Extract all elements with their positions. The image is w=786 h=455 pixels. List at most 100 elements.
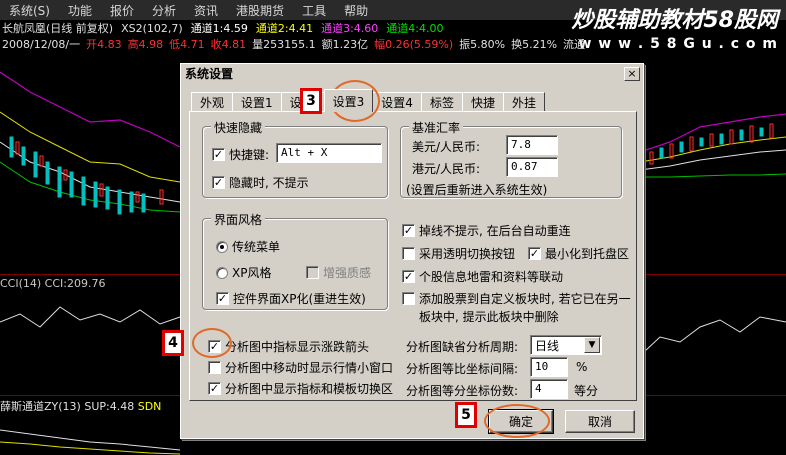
classic-menu-label: 传统菜单 — [232, 240, 281, 254]
settings-tabs: 外观 设置1 设 设置3 设置4 标签 快捷 外挂 — [191, 89, 545, 112]
quote-date: 2008/12/08/一 — [2, 38, 81, 51]
info-mine-checkbox[interactable]: ✓ — [402, 270, 415, 283]
ratio-label: 分析图等比坐标间隔: — [406, 362, 519, 376]
divide-row: 分析图等分坐标份数: — [406, 382, 518, 399]
divide-unit: 等分 — [574, 384, 599, 398]
add-block-label-2: 板块中, 提示此板块中删除 — [419, 310, 559, 324]
rate-note: (设置后重新进入系统生效) — [406, 183, 548, 197]
minimize-tray-row: ✓ 最小化到托盘区 — [528, 245, 629, 262]
enhanced-texture-row: 增强质感 — [306, 264, 371, 281]
quote-open: 开4.83 — [86, 38, 122, 51]
period-select[interactable]: 日线 ▼ — [530, 335, 602, 355]
usd-row: 美元/人民币: — [412, 138, 480, 155]
quote-amplitude: 振5.80% — [459, 38, 506, 51]
quote-info-line: 2008/12/08/一 开4.83 高4.98 低4.71 收4.81 量25… — [0, 36, 786, 52]
tab-plugins[interactable]: 外挂 — [502, 92, 545, 112]
settings3-panel: 快速隐藏 ✓ 快捷键: Alt + X ✓ 隐藏时, 不提示 基准汇率 美元/人… — [189, 111, 637, 401]
mini-window-row: 分析图中移动时显示行情小窗口 — [208, 359, 393, 376]
chevron-down-icon[interactable]: ▼ — [584, 337, 600, 353]
menu-system[interactable]: 系统(S) — [0, 2, 59, 19]
quote-amount: 额1.23亿 — [321, 38, 369, 51]
add-block-row: 添加股票到自定义板块时, 若它已在另一 — [402, 290, 631, 307]
quote-turnover: 换5.21% — [511, 38, 558, 51]
channel4-value: 通道4:4.00 — [386, 22, 444, 35]
xp-style-radio[interactable] — [216, 266, 228, 279]
xue-channel-label: 薛斯通道ZY(13) SUP:4.48 SDN — [0, 398, 161, 414]
step5-callout: 5 — [455, 402, 477, 428]
menu-tools[interactable]: 工具 — [293, 2, 335, 19]
xs2-value: XS2(102,7) — [121, 21, 183, 35]
menu-news[interactable]: 资讯 — [185, 2, 227, 19]
xp-controls-checkbox[interactable]: ✓ — [216, 292, 229, 305]
period-value: 日线 — [535, 338, 560, 353]
indicator-area-label: 分析图中显示指标和模板切换区 — [225, 382, 394, 396]
close-icon[interactable]: × — [624, 66, 640, 81]
cancel-button[interactable]: 取消 — [565, 410, 635, 433]
quote-change: 幅0.26(5.59%) — [374, 38, 454, 51]
mini-window-label: 分析图中移动时显示行情小窗口 — [225, 361, 394, 375]
tab-labels[interactable]: 标签 — [420, 92, 463, 112]
add-block-checkbox[interactable] — [402, 292, 415, 305]
classic-menu-radio[interactable] — [216, 240, 228, 253]
menu-quote[interactable]: 报价 — [101, 2, 143, 19]
dialog-titlebar[interactable]: 系统设置 × — [181, 64, 643, 84]
hkd-row: 港元/人民币: — [412, 160, 480, 177]
menu-help[interactable]: 帮助 — [335, 2, 377, 19]
xp-style-label: XP风格 — [232, 266, 272, 280]
tab-shortcuts[interactable]: 快捷 — [461, 92, 504, 112]
transparent-button-label: 采用透明切换按钮 — [419, 247, 516, 261]
rate-note-row: (设置后重新进入系统生效) — [406, 181, 547, 198]
channel2-value: 通道2:4.41 — [255, 22, 314, 35]
channel1-value: 通道1:4.59 — [190, 22, 248, 35]
hotkey-checkbox[interactable]: ✓ — [212, 148, 225, 161]
enhanced-texture-checkbox[interactable] — [306, 266, 319, 279]
divide-input[interactable]: 4 — [530, 379, 568, 399]
minimize-tray-label: 最小化到托盘区 — [545, 247, 630, 261]
indicator-area-checkbox[interactable]: ✓ — [208, 382, 221, 395]
classic-menu-row: 传统菜单 — [216, 238, 280, 255]
usd-rate-input[interactable]: 7.8 — [506, 135, 558, 155]
step4-callout: 4 — [162, 330, 184, 356]
divide-label: 分析图等分坐标份数: — [406, 384, 519, 398]
watermark-logo: 炒股辅助教材58股网 — [571, 8, 778, 33]
tab-settings1[interactable]: 设置1 — [232, 92, 282, 112]
arrow-row: ✓ 分析图中指标显示涨跌箭头 — [208, 338, 369, 355]
xue-sup-value: SUP:4.48 — [84, 400, 135, 413]
period-label: 分析图缺省分析周期: — [406, 340, 519, 354]
hide-no-prompt-label: 隐藏时, 不提示 — [229, 176, 309, 190]
menu-hk-futures[interactable]: 港股期货 — [227, 2, 293, 19]
quote-volume: 量253155.1 — [252, 38, 316, 51]
ui-style-title: 界面风格 — [211, 211, 266, 228]
stock-name: 长航凤凰(日线 前复权) — [2, 22, 114, 35]
step3-callout: 3 — [300, 88, 322, 114]
quote-high: 高4.98 — [127, 38, 164, 51]
transparent-button-checkbox[interactable] — [402, 247, 415, 260]
xue-channel-name: 薛斯通道ZY(13) — [0, 400, 81, 413]
hkd-label: 港元/人民币: — [412, 162, 481, 176]
mini-window-checkbox[interactable] — [208, 361, 221, 374]
indicator-info-line: 长航凤凰(日线 前复权) XS2(102,7) 通道1:4.59 通道2:4.4… — [0, 20, 560, 36]
quote-close: 收4.81 — [210, 38, 247, 51]
hide-no-prompt-checkbox[interactable]: ✓ — [212, 176, 225, 189]
hkd-rate-input[interactable]: 0.87 — [506, 157, 558, 177]
tab-appearance[interactable]: 外观 — [191, 92, 234, 112]
hotkey-input[interactable]: Alt + X — [276, 143, 382, 163]
menu-analysis[interactable]: 分析 — [143, 2, 185, 19]
tab-settings3[interactable]: 设置3 — [323, 89, 374, 112]
menu-function[interactable]: 功能 — [59, 2, 101, 19]
minimize-tray-checkbox[interactable]: ✓ — [528, 247, 541, 260]
indicator-area-row: ✓ 分析图中显示指标和模板切换区 — [208, 380, 393, 397]
quote-low: 低4.71 — [169, 38, 205, 51]
arrow-label: 分析图中指标显示涨跌箭头 — [225, 340, 370, 354]
auto-reconnect-checkbox[interactable]: ✓ — [402, 224, 415, 237]
ratio-unit: % — [576, 360, 588, 374]
highlight-ellipse-ok — [484, 404, 550, 438]
xp-controls-row: ✓ 控件界面XP化(重进生效) — [216, 290, 366, 307]
add-block-label-1: 添加股票到自定义板块时, 若它已在另一 — [419, 292, 631, 306]
info-mine-label: 个股信息地雷和资料等联动 — [419, 270, 564, 284]
cci-indicator-label: CCI(14) CCI:209.76 — [0, 277, 106, 290]
xp-controls-label: 控件界面XP化(重进生效) — [233, 292, 366, 306]
ratio-input[interactable]: 10 — [530, 357, 568, 377]
quick-hide-title: 快速隐藏 — [211, 119, 266, 136]
add-block-row-2: 板块中, 提示此板块中删除 — [419, 308, 559, 325]
